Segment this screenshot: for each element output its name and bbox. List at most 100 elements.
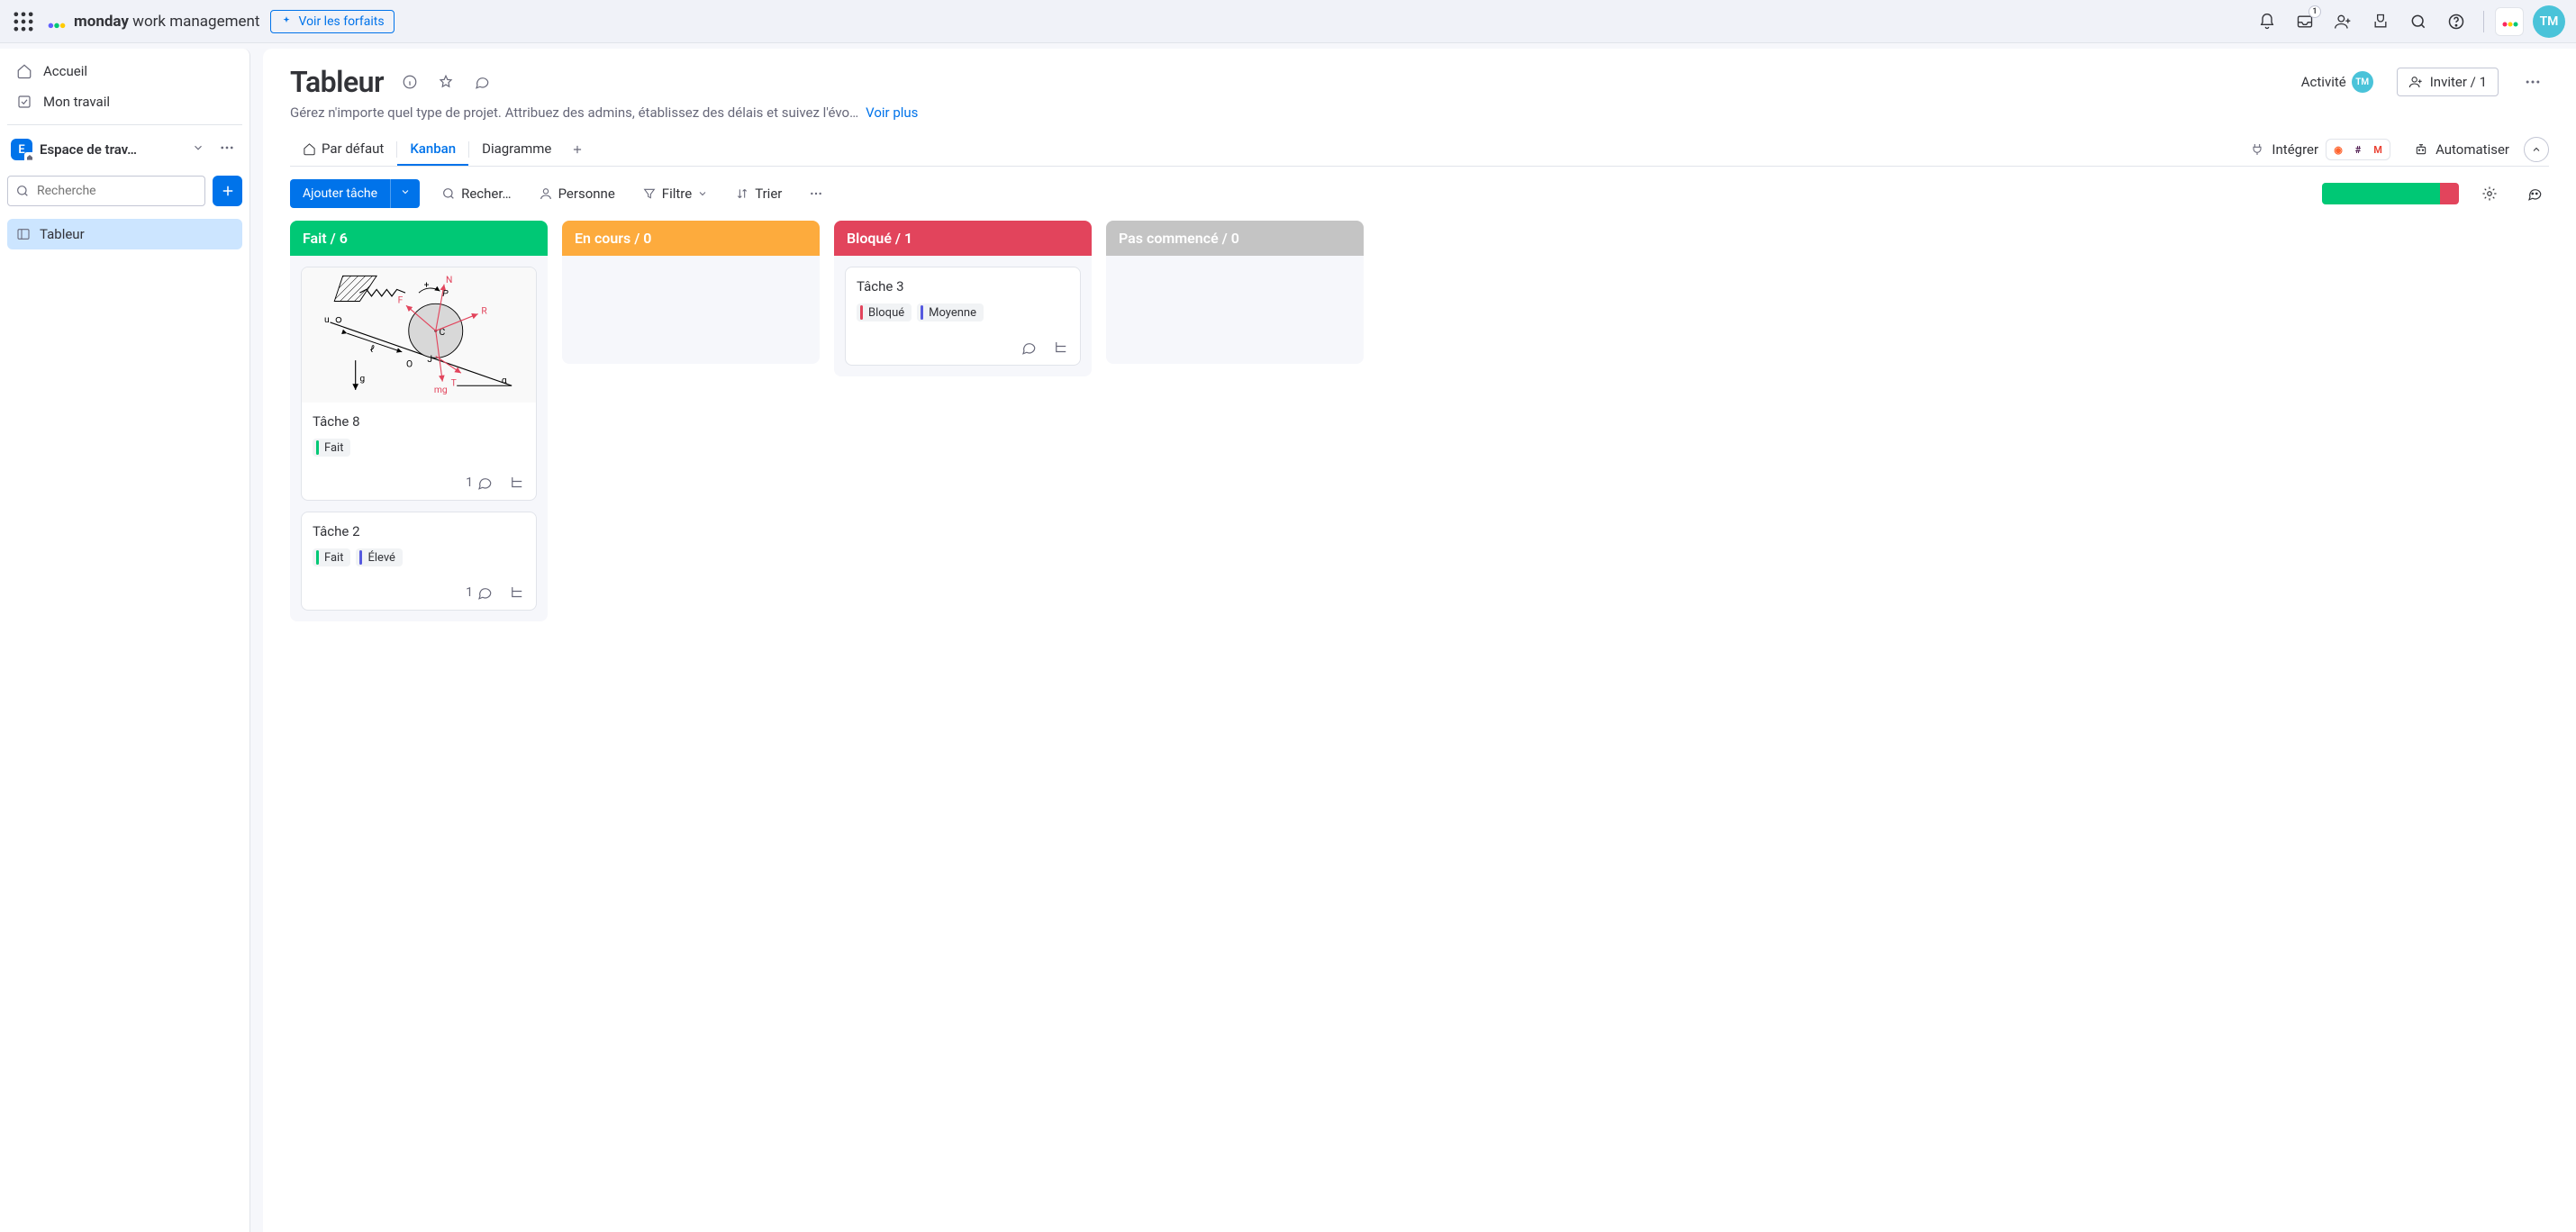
sidebar-divider xyxy=(7,124,242,125)
svg-text:N: N xyxy=(446,274,452,285)
invite-button[interactable]: Inviter / 1 xyxy=(2397,68,2499,96)
robot-icon xyxy=(2414,142,2428,157)
svg-text:ℓ: ℓ xyxy=(370,343,375,355)
my-work-icon xyxy=(16,94,32,110)
svg-text:u: u xyxy=(324,313,330,325)
workspace-caret-icon[interactable] xyxy=(188,138,208,161)
brand-logo[interactable]: monday work management xyxy=(47,12,259,32)
home-mini-icon xyxy=(26,154,33,161)
sidebar-search-input[interactable] xyxy=(37,184,197,198)
product-switcher-icon[interactable] xyxy=(2495,7,2524,36)
board-item[interactable]: Tableur xyxy=(7,219,242,249)
card-tags: Bloqué Moyenne xyxy=(857,303,1069,322)
favorite-icon[interactable] xyxy=(432,68,459,95)
person-icon xyxy=(539,186,553,201)
board-icon xyxy=(16,227,31,241)
collapse-header-icon[interactable] xyxy=(2524,137,2549,162)
column-body[interactable]: α u ℓ C xyxy=(290,256,548,621)
status-tag[interactable]: Fait xyxy=(313,548,350,566)
discussion-icon[interactable] xyxy=(468,68,495,95)
view-settings-icon[interactable] xyxy=(2475,179,2504,208)
card-footer: 1 xyxy=(302,577,536,610)
svg-text:J: J xyxy=(427,353,432,365)
sidebar-home[interactable]: Accueil xyxy=(7,56,242,86)
automate-button[interactable]: Automatiser xyxy=(2414,141,2509,158)
toolbar-filter[interactable]: Filtre xyxy=(637,180,713,207)
sidebar-home-label: Accueil xyxy=(43,63,87,79)
comments-count[interactable]: 1 xyxy=(466,475,493,491)
subitems-icon[interactable] xyxy=(1053,340,1069,356)
user-avatar[interactable]: TM xyxy=(2533,5,2565,38)
board-subtitle: Gérez n'importe quel type de projet. Att… xyxy=(290,104,2549,121)
sidebar-search[interactable] xyxy=(7,176,205,206)
add-task-caret[interactable] xyxy=(390,179,420,208)
toolbar-person[interactable]: Personne xyxy=(533,180,621,207)
progress-blocked xyxy=(2440,183,2459,204)
feedback-icon[interactable] xyxy=(2520,179,2549,208)
apps-grid-icon[interactable] xyxy=(11,9,36,34)
column-body[interactable]: Tâche 3 Bloqué Moyenne xyxy=(834,256,1092,376)
sidebar: Accueil Mon travail E Espace de trav… xyxy=(0,49,250,1232)
add-item-button[interactable] xyxy=(213,176,242,206)
toolbar-sort[interactable]: Trier xyxy=(730,180,787,207)
plug-icon xyxy=(2250,142,2264,157)
toolbar-more-icon[interactable] xyxy=(803,181,829,206)
workspace-menu-icon[interactable] xyxy=(215,136,239,163)
priority-tag[interactable]: Élevé xyxy=(356,548,402,566)
inbox-icon[interactable]: 1 xyxy=(2289,5,2321,38)
status-tag[interactable]: Fait xyxy=(313,439,350,457)
column-body[interactable] xyxy=(562,256,820,364)
board-options-icon[interactable] xyxy=(2517,66,2549,98)
chevron-down-icon xyxy=(697,188,708,199)
kanban-card[interactable]: Tâche 2 Fait Élevé 1 xyxy=(301,512,537,611)
card-attachment-image[interactable]: α u ℓ C xyxy=(302,267,536,403)
priority-tag[interactable]: Moyenne xyxy=(917,303,984,322)
integration-logos: ◉ # M xyxy=(2326,139,2390,160)
column-body[interactable] xyxy=(1106,256,1364,364)
integrate-button[interactable]: Intégrer ◉ # M xyxy=(2250,139,2390,160)
home-icon xyxy=(16,63,32,79)
subitems-icon[interactable] xyxy=(509,475,525,491)
status-tag[interactable]: Bloqué xyxy=(857,303,912,322)
see-plans-button[interactable]: Voir les forfaits xyxy=(270,10,394,33)
svg-text:α: α xyxy=(502,374,507,385)
svg-text:T: T xyxy=(451,376,457,388)
progress-done xyxy=(2322,183,2440,204)
toolbar-search[interactable]: Recher… xyxy=(436,180,516,207)
progress-summary[interactable] xyxy=(2322,183,2459,204)
board-title[interactable]: Tableur xyxy=(290,65,384,99)
help-icon[interactable] xyxy=(2440,5,2472,38)
workspace-selector[interactable]: E Espace de trav… xyxy=(7,132,242,167)
kanban-column-not-started: Pas commencé / 0 xyxy=(1106,221,1364,364)
column-header[interactable]: En cours / 0 xyxy=(562,221,820,256)
comment-icon[interactable] xyxy=(1020,340,1037,356)
content-area: Tableur Activité TM Inviter / 1 xyxy=(263,49,2576,1232)
apps-marketplace-icon[interactable] xyxy=(2364,5,2397,38)
tab-kanban[interactable]: Kanban xyxy=(397,133,468,166)
see-more-link[interactable]: Voir plus xyxy=(866,104,918,121)
sidebar-my-work[interactable]: Mon travail xyxy=(7,86,242,117)
search-icon[interactable] xyxy=(2402,5,2435,38)
card-title: Tâche 8 xyxy=(313,413,525,430)
inbox-badge: 1 xyxy=(2308,5,2321,18)
column-header[interactable]: Bloqué / 1 xyxy=(834,221,1092,256)
column-header[interactable]: Pas commencé / 0 xyxy=(1106,221,1364,256)
subitems-icon[interactable] xyxy=(509,584,525,601)
kanban-card[interactable]: α u ℓ C xyxy=(301,267,537,501)
comment-icon xyxy=(476,475,493,491)
invite-members-icon[interactable] xyxy=(2327,5,2359,38)
activity-button[interactable]: Activité TM xyxy=(2301,71,2373,93)
comment-icon xyxy=(476,584,493,601)
board-toolbar: Ajouter tâche Recher… Personne Filtre xyxy=(263,167,2576,221)
info-icon[interactable] xyxy=(396,68,423,95)
column-header[interactable]: Fait / 6 xyxy=(290,221,548,256)
add-view-button[interactable] xyxy=(564,136,591,163)
add-task-button[interactable]: Ajouter tâche xyxy=(290,179,390,208)
svg-text:mg: mg xyxy=(434,384,448,395)
tab-diagram[interactable]: Diagramme xyxy=(469,133,564,166)
workspace-badge: E xyxy=(11,139,32,160)
tab-default[interactable]: Par défaut xyxy=(290,133,396,166)
comments-count[interactable]: 1 xyxy=(466,584,493,601)
notifications-icon[interactable] xyxy=(2251,5,2283,38)
kanban-card[interactable]: Tâche 3 Bloqué Moyenne xyxy=(845,267,1081,366)
